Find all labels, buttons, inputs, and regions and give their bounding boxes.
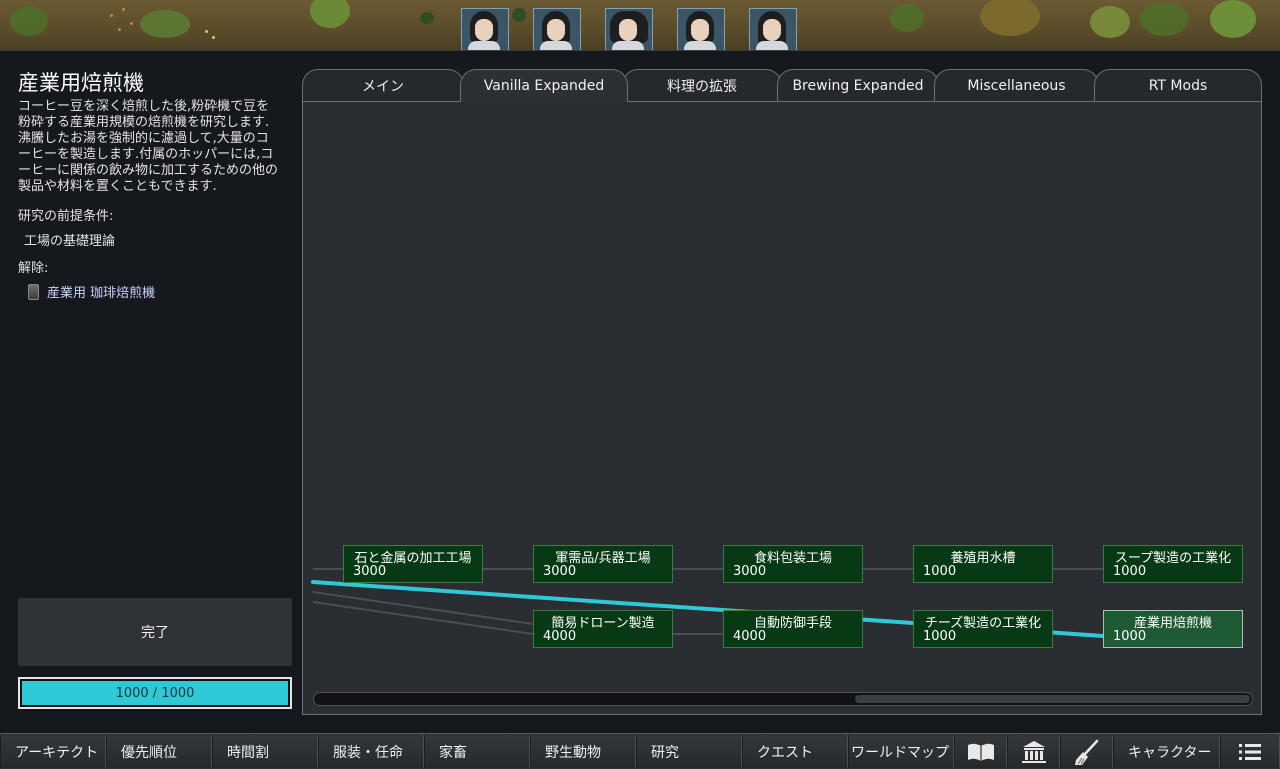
unlocks-label: 解除: <box>18 261 49 276</box>
world-view-strip <box>0 0 1280 50</box>
progress-text: 1000 / 1000 <box>115 685 195 701</box>
assign-button[interactable]: 服装・任命 <box>318 735 424 768</box>
node-cost: 4000 <box>543 629 577 644</box>
colonist-portrait[interactable] <box>461 8 509 50</box>
colonist-portrait[interactable] <box>677 8 725 50</box>
quests-button[interactable]: クエスト <box>742 735 848 768</box>
tab-rt-mods[interactable]: RT Mods <box>1094 69 1262 101</box>
colonist-portrait[interactable] <box>749 8 797 50</box>
tab-cooking-expanded[interactable]: 料理の拡張 <box>622 69 782 101</box>
animals-button[interactable]: 家畜 <box>424 735 530 768</box>
tree-sprite <box>310 0 350 28</box>
research-node[interactable]: 養殖用水槽 1000 <box>913 545 1053 583</box>
project-description: コーヒー豆を深く焙煎した後,粉砕機で豆を粉砕する産業用規模の焙煎機を研究します.… <box>18 99 279 194</box>
bush-sprite <box>1090 6 1130 38</box>
broom-icon <box>1074 739 1098 765</box>
connection-line <box>312 601 534 635</box>
research-node[interactable]: 軍需品/兵器工場 3000 <box>533 545 673 583</box>
book-icon <box>967 743 994 761</box>
project-title: 産業用焙煎機 <box>18 71 144 95</box>
research-node[interactable]: チーズ製造の工業化 1000 <box>913 610 1053 648</box>
complete-button[interactable]: 完了 <box>18 598 292 666</box>
machine-icon <box>28 283 39 300</box>
scrollbar-thumb[interactable] <box>855 695 1250 703</box>
research-node-selected[interactable]: 産業用焙煎機 1000 <box>1103 610 1243 648</box>
research-tree-panel[interactable]: 石と金属の加工工場 3000 軍需品/兵器工場 3000 食料包装工場 3000… <box>302 101 1262 715</box>
bush-sprite <box>140 10 190 38</box>
architect-button[interactable]: アーキテクト <box>0 735 106 768</box>
prerequisite-item[interactable]: 工場の基礎理論 <box>24 230 294 249</box>
tree-sprite <box>980 0 1040 36</box>
node-cost: 3000 <box>353 564 387 579</box>
research-progress-bar: 1000 / 1000 <box>18 677 292 709</box>
tree-sprite <box>1210 0 1256 38</box>
colonist-portrait[interactable] <box>605 8 653 50</box>
bush-sprite <box>890 4 924 32</box>
factions-button[interactable] <box>1007 735 1060 768</box>
research-node[interactable]: スープ製造の工業化 1000 <box>1103 545 1243 583</box>
research-node[interactable]: 自動防御手段 4000 <box>723 610 863 648</box>
main-tab-bar: アーキテクト 優先順位 時間割 服装・任命 家畜 野生動物 研究 クエスト ワー… <box>0 733 1280 769</box>
node-cost: 1000 <box>1113 564 1147 579</box>
research-node[interactable]: 石と金属の加工工場 3000 <box>343 545 483 583</box>
research-node[interactable]: 簡易ドローン製造 4000 <box>533 610 673 648</box>
bush-sprite <box>512 8 526 22</box>
bush-sprite <box>420 12 434 24</box>
prerequisites-label: 研究の前提条件: <box>18 209 114 224</box>
tab-vanilla-expanded[interactable]: Vanilla Expanded <box>460 69 628 102</box>
unlock-item-label: 産業用 珈琲焙煎機 <box>47 286 156 301</box>
node-cost: 4000 <box>733 629 767 644</box>
connection-line <box>312 591 534 625</box>
cleaning-button[interactable] <box>1060 735 1113 768</box>
node-cost: 1000 <box>1113 629 1147 644</box>
node-cost: 1000 <box>923 629 957 644</box>
research-window: 産業用焙煎機 コーヒー豆を深く焙煎した後,粉砕機で豆を粉砕する産業用規模の焙煎機… <box>0 50 1280 734</box>
characters-button[interactable]: キャラクター <box>1113 735 1220 768</box>
node-cost: 3000 <box>733 564 767 579</box>
node-cost: 3000 <box>543 564 577 579</box>
book-button[interactable] <box>954 735 1007 768</box>
research-node[interactable]: 食料包装工場 3000 <box>723 545 863 583</box>
schedule-button[interactable]: 時間割 <box>212 735 318 768</box>
tab-main[interactable]: メイン <box>302 69 464 101</box>
wildlife-button[interactable]: 野生動物 <box>530 735 636 768</box>
bush-sprite <box>10 6 48 36</box>
horizontal-scrollbar[interactable] <box>313 692 1253 706</box>
tab-miscellaneous[interactable]: Miscellaneous <box>934 69 1099 101</box>
world-map-button[interactable]: ワールドマップ <box>848 735 954 768</box>
colonist-portrait[interactable] <box>533 8 581 50</box>
node-cost: 1000 <box>923 564 957 579</box>
bush-sprite <box>1140 2 1188 36</box>
main-menu-button[interactable] <box>1220 735 1280 768</box>
faction-building-icon <box>1021 740 1046 763</box>
research-button[interactable]: 研究 <box>636 735 742 768</box>
work-priority-button[interactable]: 優先順位 <box>106 735 212 768</box>
unlock-item[interactable]: 産業用 珈琲焙煎機 <box>28 282 294 301</box>
tab-brewing-expanded[interactable]: Brewing Expanded <box>777 69 939 101</box>
research-tab-row: メイン Vanilla Expanded 料理の拡張 Brewing Expan… <box>302 69 1262 102</box>
menu-list-icon <box>1239 743 1261 760</box>
